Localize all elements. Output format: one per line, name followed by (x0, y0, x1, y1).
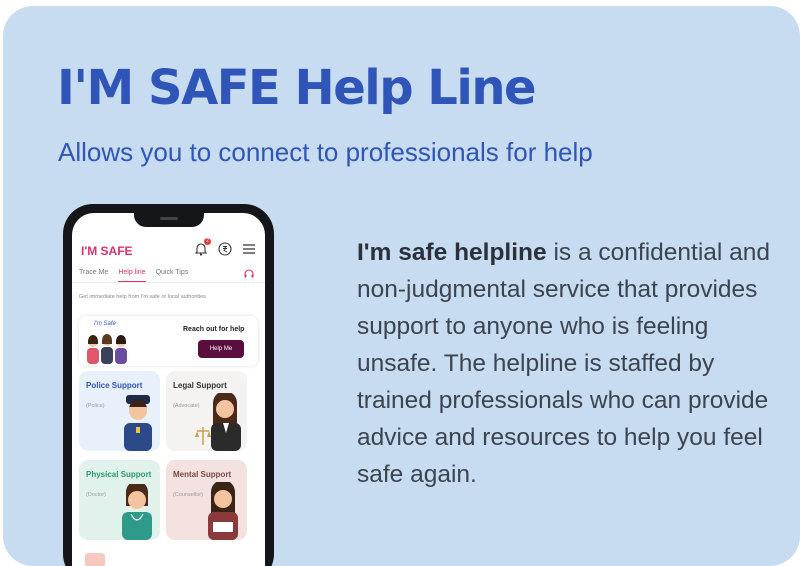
women-group-illustration (87, 334, 127, 364)
help-hint: Get immediate help from I'm safe or loca… (79, 294, 206, 300)
police-officer-illustration (124, 395, 152, 451)
police-support-tile[interactable]: Police Support (Police) (79, 371, 160, 451)
bell-icon[interactable]: 2 (193, 238, 211, 257)
tile-sub: (Police) (86, 403, 105, 409)
tile-sub: (Counsellor) (173, 492, 203, 498)
app-brand: I'M SAFE (81, 244, 133, 258)
phone-notch (134, 213, 204, 227)
lawyer-illustration (195, 393, 241, 451)
phone-mockup: I'M SAFE 2 Trace Me Help line Quick Tips (63, 204, 274, 566)
tile-label: Police Support (86, 381, 143, 390)
description-bold: I'm safe helpline (357, 239, 547, 266)
app-tabs: Trace Me Help line Quick Tips (79, 269, 188, 282)
tile-label: Mental Support (173, 470, 232, 479)
legal-support-tile[interactable]: Legal Support (Advocate) (166, 371, 247, 451)
mental-support-tile[interactable]: Mental Support (Counsellor) (166, 460, 247, 540)
currency-icon[interactable] (217, 241, 233, 257)
banner-logo: I'm Safe (94, 321, 116, 327)
tab-quick-tips[interactable]: Quick Tips (156, 269, 189, 282)
description-text: I'm safe helpline is a confidential and … (357, 234, 777, 493)
doctor-illustration (122, 484, 152, 540)
app-top-icons: 2 (193, 238, 257, 257)
tab-trace-me[interactable]: Trace Me (79, 269, 108, 282)
tile-label: Physical Support (86, 470, 152, 479)
description-rest: is a confidential and non-judgmental ser… (357, 239, 771, 488)
counsellor-illustration (208, 482, 238, 540)
help-banner: I'm Safe Reach out for help Help Me (79, 316, 258, 366)
tabs-divider (72, 282, 265, 283)
notification-badge: 2 (204, 238, 211, 245)
tab-help-line[interactable]: Help line (118, 269, 146, 282)
feature-card: I'M SAFE Help Line Allows you to connect… (3, 6, 800, 566)
page-subtitle: Allows you to connect to professionals f… (58, 137, 593, 167)
next-tile-peek (85, 553, 105, 566)
phone-screen: I'M SAFE 2 Trace Me Help line Quick Tips (72, 213, 265, 566)
help-me-button[interactable]: Help Me (198, 340, 244, 358)
tile-sub: (Doctor) (86, 492, 106, 498)
banner-text: Reach out for help (183, 326, 245, 333)
physical-support-tile[interactable]: Physical Support (Doctor) (79, 460, 160, 540)
menu-icon[interactable] (241, 241, 257, 257)
tile-label: Legal Support (173, 381, 227, 390)
page-title: I'M SAFE Help Line (57, 60, 537, 116)
